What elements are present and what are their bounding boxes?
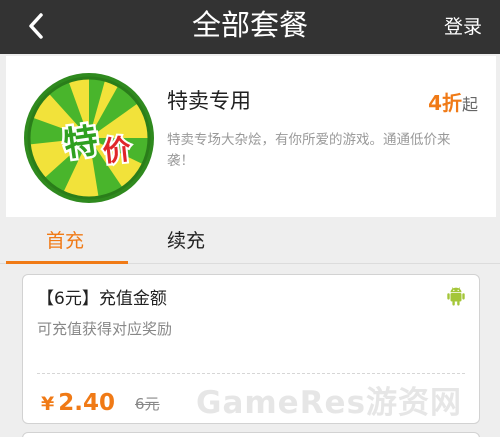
svg-text:特: 特 [61,121,100,165]
active-tab-indicator [6,261,128,264]
product-description: 特卖专场大杂烩，有你所爱的游戏。通通低价来袭！ [167,132,451,169]
page-title: 全部套餐 [191,8,308,42]
discount-value: 4折 [428,91,462,115]
tab-renewal[interactable]: 续充 [167,228,205,254]
package-title: 【6元】充值金额 [37,289,167,309]
top-bar: 全部套餐 登录 [0,0,500,54]
discount-badge: 4折起 [428,87,478,116]
card-divider [37,373,465,374]
next-package-card[interactable] [22,432,480,437]
tab-bar: 首充 续充 [0,218,500,264]
svg-text:价: 价 [101,133,133,169]
discount-suffix: 起 [461,95,478,114]
product-summary: 特 价 特卖专用 4折起 特卖专场大杂烩，有你所爱的游戏。通通低价来袭！ [6,56,496,217]
currency-symbol: ¥ [41,393,55,415]
package-price: ¥2.40 [41,388,115,420]
login-button[interactable]: 登录 [444,14,482,40]
tab-first-charge[interactable]: 首充 [46,228,84,254]
sale-logo-icon: 特 价 [24,73,154,203]
price-value: 2.40 [58,390,115,416]
android-icon [447,287,465,306]
package-subtitle: 可充值获得对应奖励 [37,320,173,338]
package-card[interactable]: 【6元】充值金额 可充值获得对应奖励 ¥2.40 6元 [22,274,480,424]
original-price: 6元 [135,395,160,413]
product-name: 特卖专用 [167,89,251,113]
